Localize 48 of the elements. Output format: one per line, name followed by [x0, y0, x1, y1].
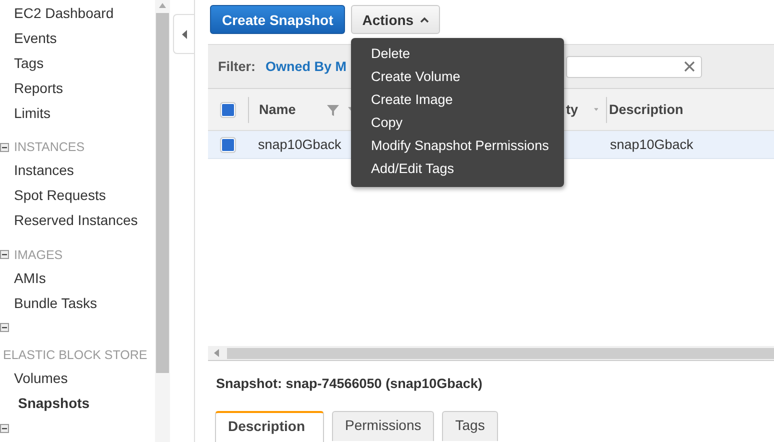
row-checkbox[interactable]: [220, 136, 236, 152]
section-heading: ELASTIC BLOCK STORE: [2, 347, 148, 364]
sidebar-item[interactable]: Reports: [0, 78, 155, 102]
collapse-icon[interactable]: [0, 322, 9, 332]
sidebar-item[interactable]: Spot Requests: [0, 185, 155, 210]
table-cell: snap10Gback: [258, 137, 342, 152]
create-snapshot-button[interactable]: Create Snapshot: [210, 5, 346, 34]
filter-icon[interactable]: [326, 102, 340, 116]
menu-item[interactable]: Modify Snapshot Permissions: [351, 136, 564, 159]
sidebar-item[interactable]: EC2 Dashboard: [0, 3, 155, 28]
sidebar-item[interactable]: Tags: [0, 52, 155, 78]
actions-button[interactable]: Actions: [351, 5, 440, 34]
search-field[interactable]: [566, 56, 702, 78]
sidebar-item[interactable]: Limits: [0, 102, 155, 128]
collapse-icon[interactable]: [0, 250, 9, 260]
sidebar-item[interactable]: Events: [0, 28, 155, 53]
tab[interactable]: Tags: [442, 411, 498, 441]
sidebar-item[interactable]: Instances: [0, 160, 155, 186]
filter-dropdown[interactable]: Owned By M: [266, 59, 347, 74]
tab[interactable]: Description: [215, 411, 324, 442]
scroll-thumb[interactable]: [227, 348, 774, 358]
tab[interactable]: Permissions: [332, 411, 434, 441]
select-all-checkbox[interactable]: [220, 102, 236, 118]
collapse-icon[interactable]: [0, 424, 9, 433]
menu-item[interactable]: Create Image: [351, 90, 564, 113]
column-header[interactable]: Name: [259, 102, 296, 117]
caret-icon: [420, 16, 429, 22]
table-cell: snap10Gback: [610, 137, 694, 152]
sidebar-item[interactable]: Reserved Instances: [0, 210, 155, 235]
clear-icon[interactable]: [684, 61, 695, 72]
vertical-scrollbar[interactable]: [155, 0, 170, 442]
collapse-left-icon: [182, 30, 186, 38]
menu-item[interactable]: Add/Edit Tags: [351, 159, 564, 182]
filter-label: Filter:: [218, 59, 256, 74]
scroll-thumb[interactable]: [156, 13, 169, 373]
sidebar-item[interactable]: Bundle Tasks: [0, 292, 155, 318]
scroll-left-icon[interactable]: [214, 349, 219, 357]
details-title: Snapshot: snap-74566050 (snap10Gback): [215, 375, 484, 393]
column-header[interactable]: Description: [609, 102, 684, 117]
sidebar-item[interactable]: Snapshots: [0, 393, 155, 418]
collapse-icon[interactable]: [0, 142, 9, 152]
sidebar-item[interactable]: AMIs: [0, 268, 155, 293]
section-heading: IMAGES: [14, 248, 63, 262]
column-header[interactable]: ty: [566, 102, 578, 117]
sidebar-item[interactable]: Volumes: [0, 368, 155, 394]
menu-item[interactable]: Create Volume: [351, 67, 564, 90]
menu-item[interactable]: Delete: [351, 44, 564, 67]
section-heading: INSTANCES: [14, 140, 85, 154]
